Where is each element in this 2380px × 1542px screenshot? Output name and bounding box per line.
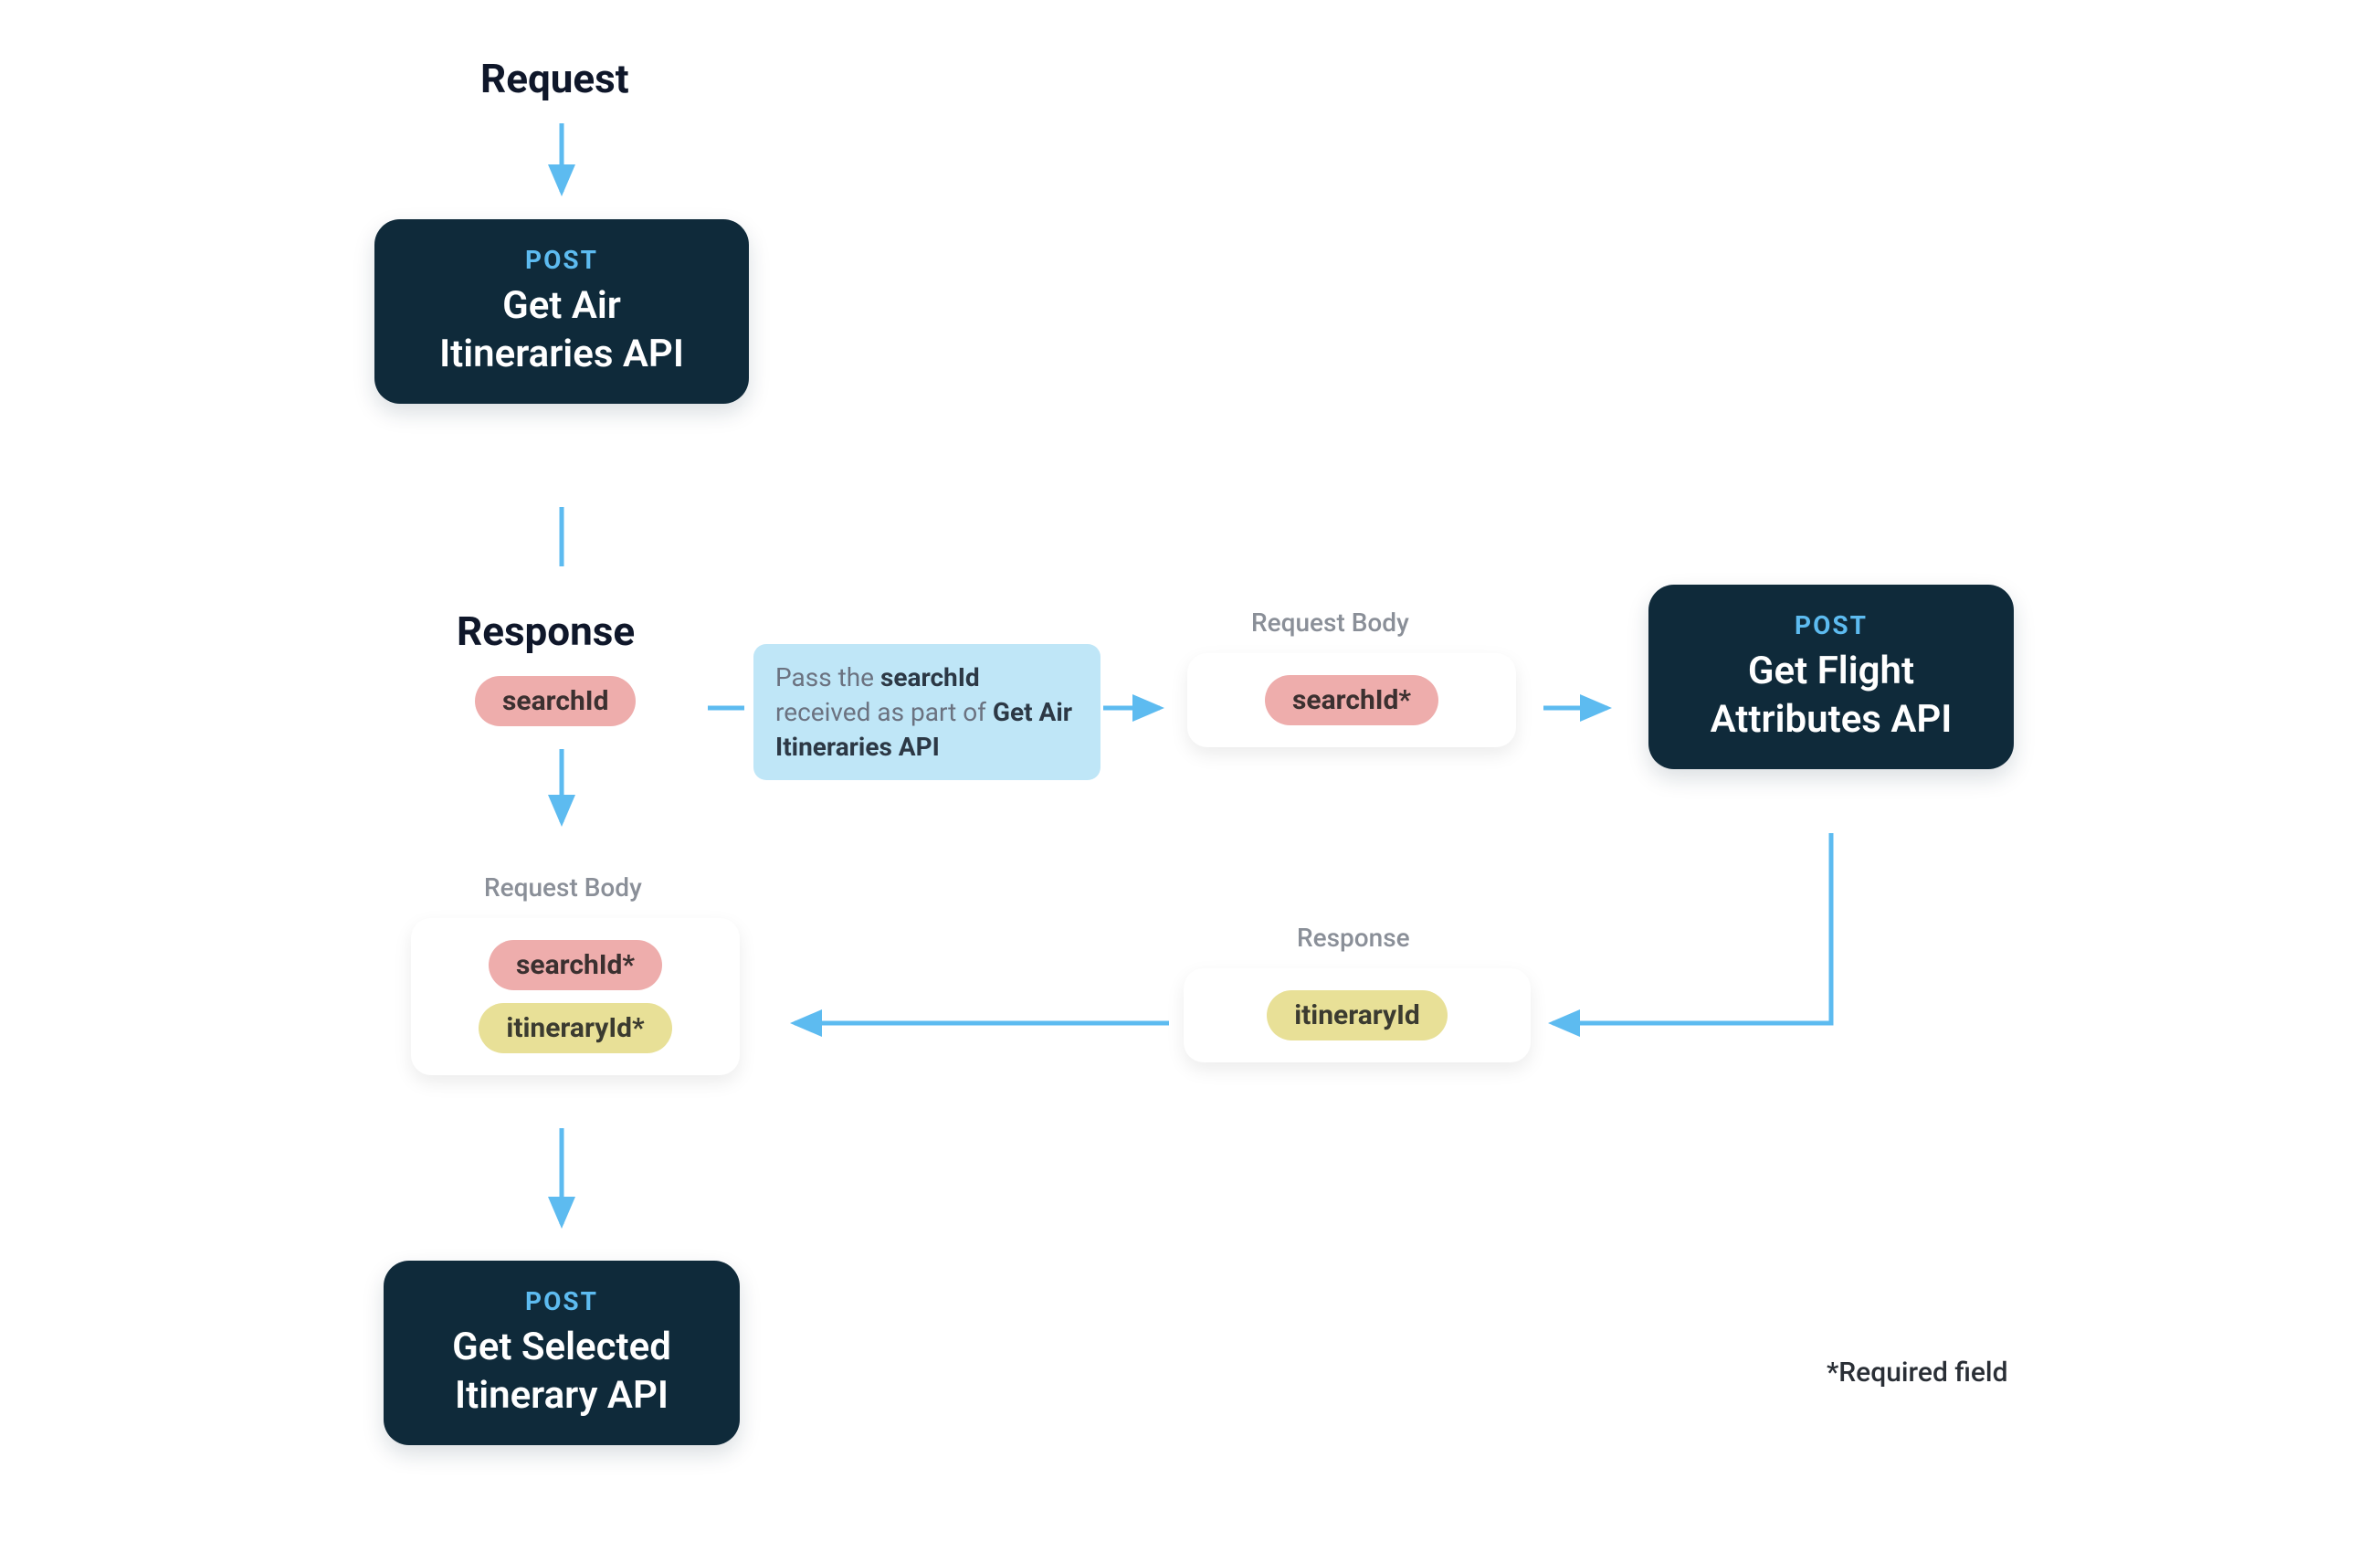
itineraryid-pill: itineraryId (1267, 990, 1448, 1040)
info-box: Pass the searchId received as part of Ge… (753, 644, 1100, 780)
api-card-air-itineraries: POST Get Air Itineraries API (374, 219, 749, 404)
api-title-line1: Get Air (407, 282, 716, 331)
required-field-footnote: *Required field (1827, 1357, 2007, 1389)
http-method-label: POST (416, 1286, 707, 1316)
api-title-line1: Get Selected (416, 1324, 707, 1372)
request-body-label-2: Request Body (484, 872, 642, 903)
info-bold1: searchId (880, 662, 980, 692)
searchid-required-pill-2: searchId* (489, 940, 662, 990)
info-pre: Pass the (775, 662, 880, 692)
arrows-layer (0, 0, 2380, 1542)
response-label: Response (457, 607, 635, 655)
request-body-card-2: searchId* itineraryId* (411, 918, 740, 1075)
api-card-flight-attributes: POST Get Flight Attributes API (1648, 585, 2014, 769)
itineraryid-required-pill: itineraryId* (479, 1003, 671, 1053)
api-title-line2: Attributes API (1681, 696, 1981, 745)
diagram-canvas: Request POST Get Air Itineraries API Res… (0, 0, 2380, 1542)
response-label-2: Response (1297, 923, 1410, 953)
http-method-label: POST (1681, 610, 1981, 640)
searchid-pill: searchId (475, 676, 636, 726)
info-mid: received as part of (775, 697, 993, 727)
request-label: Request (480, 55, 629, 102)
api-card-selected-itinerary: POST Get Selected Itinerary API (384, 1261, 740, 1445)
http-method-label: POST (407, 245, 716, 275)
api-title-line2: Itinerary API (416, 1372, 707, 1421)
request-body-label-1: Request Body (1251, 607, 1409, 638)
api-title-line2: Itineraries API (407, 331, 716, 379)
searchid-required-pill-1: searchId* (1265, 675, 1438, 725)
api-title-line1: Get Flight (1681, 648, 1981, 696)
response-card-itineraryid: itineraryId (1184, 968, 1531, 1062)
request-body-card-1: searchId* (1187, 653, 1516, 747)
